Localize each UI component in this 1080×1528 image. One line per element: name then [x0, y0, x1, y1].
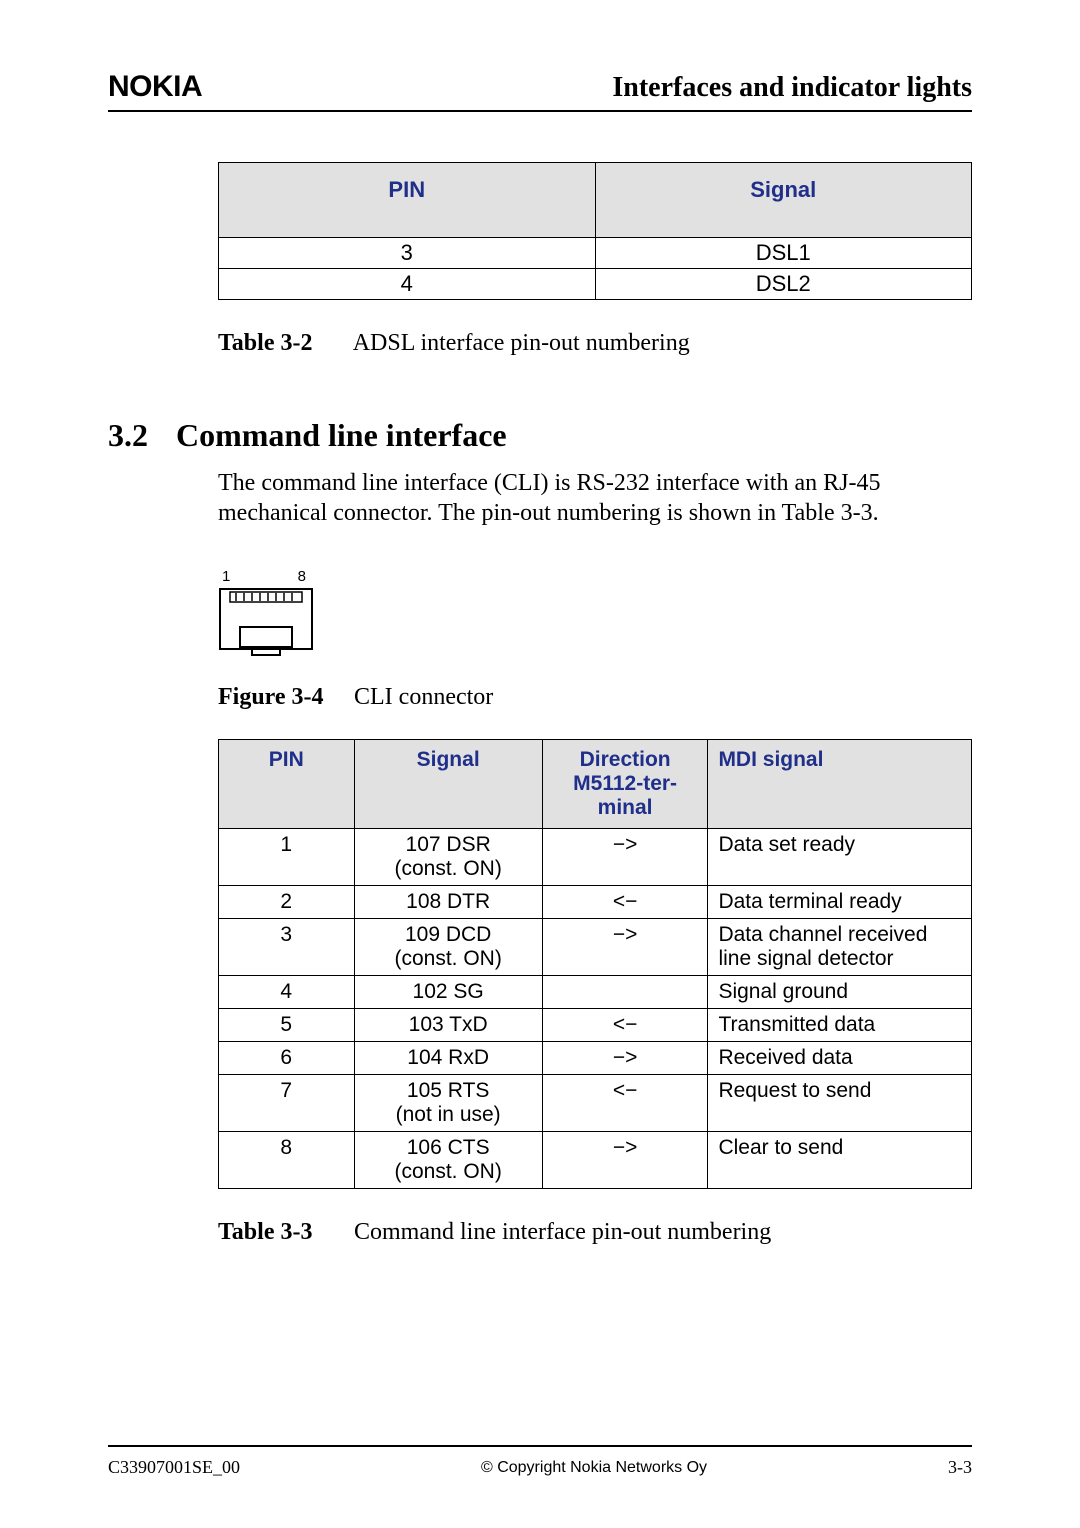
cell-pin: 1 — [219, 829, 355, 886]
cell-mdi: Clear to send — [708, 1132, 972, 1189]
copyright: © Copyright Nokia Networks Oy — [481, 1459, 707, 1477]
table-row: 8 106 CTS(const. ON) −> Clear to send — [219, 1132, 972, 1189]
cell-mdi: Signal ground — [708, 976, 972, 1009]
cell-dir: <− — [542, 886, 708, 919]
page-footer: C33907001SE_00 © Copyright Nokia Network… — [108, 1445, 972, 1478]
th-pin: PIN — [219, 740, 355, 829]
table-caption: Table 3-3 Command line interface pin-out… — [218, 1219, 972, 1246]
table-row: 6 104 RxD −> Received data — [219, 1042, 972, 1075]
cell-dir: −> — [542, 1042, 708, 1075]
cell-signal: 105 RTS(not in use) — [354, 1075, 542, 1132]
table-row: 3 DSL1 — [219, 238, 972, 269]
cell-pin: 4 — [219, 976, 355, 1009]
page-header: NOKIA Interfaces and indicator lights — [108, 70, 972, 112]
cell-pin: 7 — [219, 1075, 355, 1132]
table-row: 7 105 RTS(not in use) <− Request to send — [219, 1075, 972, 1132]
cell-dir: <− — [542, 1075, 708, 1132]
cell-mdi: Received data — [708, 1042, 972, 1075]
table-row: 4 DSL2 — [219, 269, 972, 300]
section-paragraph: The command line interface (CLI) is RS-2… — [218, 468, 972, 528]
th-mdi: MDI signal — [708, 740, 972, 829]
cell-dir: −> — [542, 919, 708, 976]
table-row: 3 109 DCD(const. ON) −> Data channel rec… — [219, 919, 972, 976]
table-row: 4 102 SG Signal ground — [219, 976, 972, 1009]
cell-signal: 102 SG — [354, 976, 542, 1009]
cell-pin: 8 — [219, 1132, 355, 1189]
cell-pin: 3 — [219, 238, 596, 269]
caption-text: ADSL interface pin-out numbering — [353, 330, 690, 356]
table-row: 5 103 TxD <− Transmitted data — [219, 1009, 972, 1042]
th-signal: Signal — [595, 163, 972, 238]
pin-label-1: 1 — [222, 568, 230, 585]
figure-caption: Figure 3-4 CLI connector — [218, 684, 972, 711]
cell-pin: 3 — [219, 919, 355, 976]
th-signal: Signal — [354, 740, 542, 829]
cell-signal: 109 DCD(const. ON) — [354, 919, 542, 976]
caption-text: Command line interface pin-out numbering — [354, 1219, 771, 1245]
cell-signal: DSL1 — [595, 238, 972, 269]
th-direction: Direction M5112-ter- minal — [542, 740, 708, 829]
section-number: 3.2 — [108, 417, 148, 454]
section-heading: 3.2 Command line interface — [108, 417, 972, 454]
cell-mdi: Request to send — [708, 1075, 972, 1132]
cell-dir: −> — [542, 829, 708, 886]
cell-mdi: Transmitted data — [708, 1009, 972, 1042]
adsl-pinout-table: PIN Signal 3 DSL1 4 DSL2 — [218, 162, 972, 300]
pin-label-8: 8 — [298, 568, 306, 585]
brand-logo: NOKIA — [108, 70, 202, 104]
cell-signal: 103 TxD — [354, 1009, 542, 1042]
cli-pinout-table: PIN Signal Direction M5112-ter- minal MD… — [218, 739, 972, 1189]
cell-dir — [542, 976, 708, 1009]
cell-dir: <− — [542, 1009, 708, 1042]
cell-signal: 108 DTR — [354, 886, 542, 919]
cell-signal: 104 RxD — [354, 1042, 542, 1075]
figure-caption-label: Figure 3-4 — [218, 684, 348, 711]
cell-pin: 6 — [219, 1042, 355, 1075]
table-caption: Table 3-2 ADSL interface pin-out numberi… — [218, 330, 972, 357]
doc-id: C33907001SE_00 — [108, 1457, 240, 1478]
cell-signal: 106 CTS(const. ON) — [354, 1132, 542, 1189]
chapter-title: Interfaces and indicator lights — [612, 72, 972, 104]
cell-dir: −> — [542, 1132, 708, 1189]
figure-caption-text: CLI connector — [354, 684, 493, 710]
cell-mdi: Data channel received line signal detect… — [708, 919, 972, 976]
cell-signal: 107 DSR(const. ON) — [354, 829, 542, 886]
cell-pin: 2 — [219, 886, 355, 919]
table-row: 2 108 DTR <− Data terminal ready — [219, 886, 972, 919]
section-title: Command line interface — [176, 417, 507, 454]
caption-label: Table 3-3 — [218, 1219, 348, 1246]
th-pin: PIN — [219, 163, 596, 238]
cell-mdi: Data set ready — [708, 829, 972, 886]
rj45-connector-icon — [218, 587, 314, 657]
table-row: 1 107 DSR(const. ON) −> Data set ready — [219, 829, 972, 886]
cell-mdi: Data terminal ready — [708, 886, 972, 919]
cli-connector-figure: 1 8 — [218, 568, 972, 662]
caption-label: Table 3-2 — [218, 330, 348, 357]
page-number: 3-3 — [948, 1457, 972, 1478]
cell-pin: 5 — [219, 1009, 355, 1042]
cell-pin: 4 — [219, 269, 596, 300]
cell-signal: DSL2 — [595, 269, 972, 300]
